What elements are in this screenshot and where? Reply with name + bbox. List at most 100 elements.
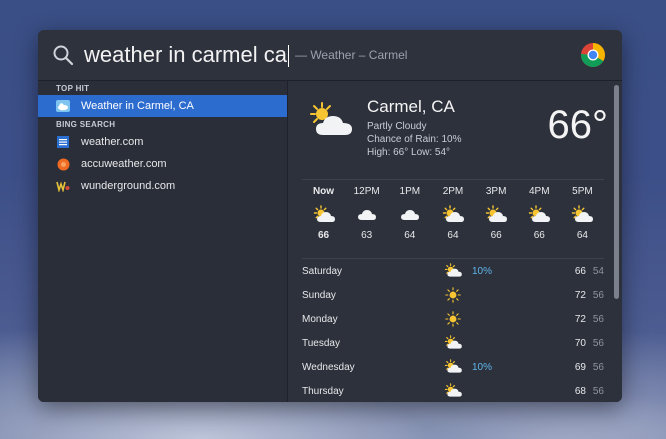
results-list: TOP HIT Weather in Carmel, CA BING SEARC… [38, 81, 288, 402]
partly-cloudy-icon [572, 205, 594, 222]
accuweather-icon [56, 157, 70, 171]
partly-cloudy-icon [310, 102, 352, 135]
hour-temp: 64 [576, 230, 588, 241]
result-wunderground[interactable]: wunderground.com [38, 175, 287, 197]
daily-row: Wednesday 10% 69 56 [302, 355, 604, 379]
day-high: 70 [574, 337, 586, 349]
hourly-forecast: Now 66 12PM 63 1PM 64 2PM 64 3PM 66 4PM 66 5PM 64 [302, 179, 604, 241]
weather-conditions: Partly Cloudy Chance of Rain: 10% High: … [367, 120, 462, 159]
hour-icon [518, 202, 561, 228]
daily-row: Monday 72 56 [302, 307, 604, 331]
result-label: accuweather.com [81, 158, 167, 170]
cloudy-icon [400, 210, 419, 220]
wunderground-icon [56, 179, 70, 193]
condition-text: Partly Cloudy [367, 121, 427, 132]
partly-cloudy-icon [442, 205, 464, 222]
day-icon [442, 335, 464, 351]
hour-label: 5PM [572, 186, 593, 197]
hourly-item: 1PM 64 [388, 186, 431, 241]
result-label: wunderground.com [81, 180, 176, 192]
day-high: 72 [574, 289, 586, 301]
weather-app-icon [56, 99, 70, 113]
day-rain-chance: 10% [472, 361, 493, 373]
rain-chance-text: Chance of Rain: 10% [367, 134, 462, 145]
chrome-icon [580, 42, 606, 68]
hourly-item: 5PM 64 [561, 186, 604, 241]
partly-cloudy-icon [485, 205, 508, 222]
partly-cloudy-icon [444, 383, 462, 397]
hour-label: 1PM [399, 186, 421, 197]
section-label-top-hit: TOP HIT [56, 84, 90, 93]
partly-cloudy-icon [529, 205, 551, 222]
hour-label: 4PM [529, 186, 550, 197]
hour-icon [561, 202, 604, 228]
weather-com-icon [56, 135, 70, 149]
hour-temp: 63 [361, 230, 373, 241]
cloudy-icon [357, 210, 376, 220]
high-low-text: High: 66° Low: 54° [367, 147, 451, 158]
search-completion-hint: — Weather – Carmel [294, 48, 408, 62]
day-high: 69 [574, 361, 586, 373]
search-input[interactable]: weather in carmel ca [84, 42, 289, 68]
hour-label: 2PM [442, 186, 464, 197]
day-low: 54 [592, 265, 604, 277]
result-label: Weather in Carmel, CA [81, 100, 194, 112]
hour-temp: 64 [447, 230, 459, 241]
day-low: 56 [592, 289, 604, 301]
sunny-icon [445, 311, 461, 327]
result-accuweather[interactable]: accuweather.com [38, 153, 287, 175]
daily-row: Saturday 10% 66 54 [302, 259, 604, 283]
search-icon [52, 44, 74, 66]
partly-cloudy-icon [444, 359, 462, 373]
hour-temp: 66 [490, 230, 502, 241]
hour-icon [475, 202, 518, 228]
day-icon [442, 359, 464, 375]
text-caret [287, 45, 289, 68]
hourly-item: 3PM 66 [475, 186, 518, 241]
hour-icon [388, 202, 431, 228]
spotlight-panel: weather in carmel ca — Weather – Carmel … [38, 30, 622, 402]
daily-row: Thursday 68 56 [302, 379, 604, 402]
day-icon [442, 287, 464, 303]
sunny-icon [445, 287, 461, 303]
day-name: Monday [302, 313, 338, 325]
hour-label: 12PM [353, 186, 380, 197]
day-high: 68 [574, 385, 586, 397]
day-name: Tuesday [302, 337, 340, 349]
hour-icon [345, 202, 388, 228]
hourly-item: Now 66 [302, 186, 345, 241]
day-high: 72 [574, 313, 586, 325]
day-low: 56 [592, 385, 604, 397]
hour-label: 3PM [485, 186, 507, 197]
daily-row: Tuesday 70 56 [302, 331, 604, 355]
day-name: Sunday [302, 289, 336, 301]
hourly-item: 4PM 66 [518, 186, 561, 241]
hour-icon [302, 202, 345, 228]
current-temperature: 66° [547, 103, 609, 147]
weather-city: Carmel, CA [367, 97, 455, 116]
day-name: Thursday [302, 385, 344, 397]
day-rain-chance: 10% [472, 265, 493, 277]
day-low: 56 [592, 361, 604, 373]
section-label-bing: BING SEARCH [56, 120, 116, 129]
scrollbar[interactable] [614, 85, 619, 299]
weather-preview: Carmel, CA Partly Cloudy Chance of Rain:… [288, 81, 622, 402]
daily-forecast: Saturday 10% 66 54 Sunday 72 56 Monday 72 56 Tuesd… [302, 258, 604, 402]
hour-temp: 66 [317, 230, 330, 241]
hour-icon [431, 202, 474, 228]
result-top-hit[interactable]: Weather in Carmel, CA [38, 95, 287, 117]
hourly-item: 2PM 64 [431, 186, 474, 241]
hour-label: Now [312, 186, 335, 197]
daily-row: Sunday 72 56 [302, 283, 604, 307]
search-bar[interactable]: weather in carmel ca — Weather – Carmel [38, 30, 622, 81]
hour-temp: 64 [404, 230, 416, 241]
result-label: weather.com [81, 136, 144, 148]
day-name: Wednesday [302, 361, 355, 373]
result-weather-com[interactable]: weather.com [38, 131, 287, 153]
day-high: 66 [574, 265, 586, 277]
hourly-item: 12PM 63 [345, 186, 388, 241]
partly-cloudy-icon [313, 205, 335, 222]
day-name: Saturday [302, 265, 343, 277]
partly-cloudy-icon [444, 263, 462, 277]
day-icon [442, 383, 464, 399]
